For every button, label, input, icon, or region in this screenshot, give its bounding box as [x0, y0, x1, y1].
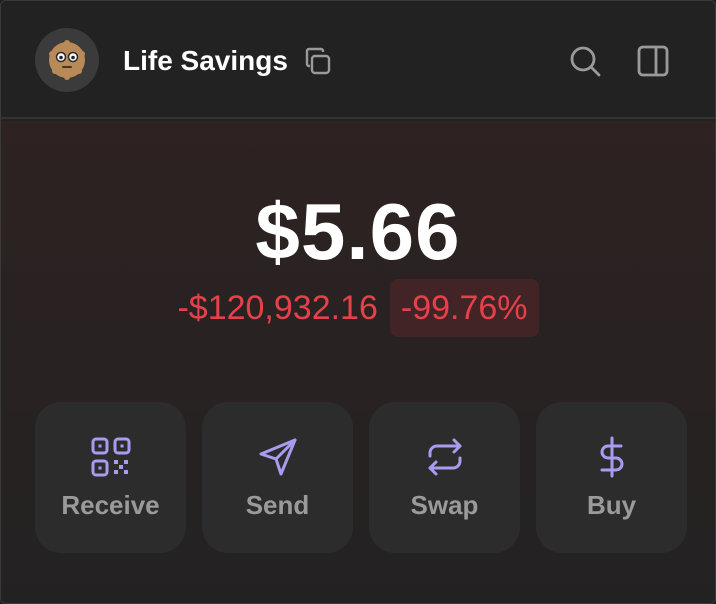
balance-change: -$120,932.16 -99.76% — [1, 279, 715, 337]
dollar-icon — [600, 436, 623, 478]
swap-icon — [428, 438, 461, 476]
sidebar-toggle-button[interactable] — [633, 41, 673, 81]
copy-button[interactable] — [301, 45, 335, 79]
buy-label: Buy — [586, 490, 637, 520]
buy-button[interactable]: Buy — [536, 402, 687, 553]
search-icon — [570, 46, 601, 77]
avatar[interactable] — [35, 28, 99, 92]
sidebar-panel-icon — [637, 45, 669, 77]
header: Life Savings — [1, 1, 715, 119]
change-value: -$120,932.16 — [177, 289, 378, 327]
send-label: Send — [245, 490, 310, 520]
swap-button[interactable]: Swap — [369, 402, 520, 553]
wallet-window: Life Savings $5.66 -$120,932.16 -99.76% — [0, 0, 716, 604]
balance-amount: $5.66 — [255, 187, 461, 276]
swap-label: Swap — [410, 490, 479, 520]
change-percent-badge: -99.76% — [389, 279, 539, 337]
send-button[interactable]: Send — [202, 402, 353, 553]
copy-icon — [305, 47, 331, 75]
wallet-name: Life Savings — [123, 45, 288, 76]
receive-label: Receive — [61, 490, 160, 520]
balance-panel: $5.66 -$120,932.16 -99.76% Receive Send … — [1, 121, 715, 603]
cookie-face-icon — [49, 40, 85, 80]
receive-button[interactable]: Receive — [35, 402, 186, 553]
qr-code-icon — [91, 437, 130, 477]
action-buttons: Receive Send Swap Buy — [35, 402, 687, 553]
send-icon — [259, 438, 296, 476]
search-button[interactable] — [565, 41, 605, 81]
